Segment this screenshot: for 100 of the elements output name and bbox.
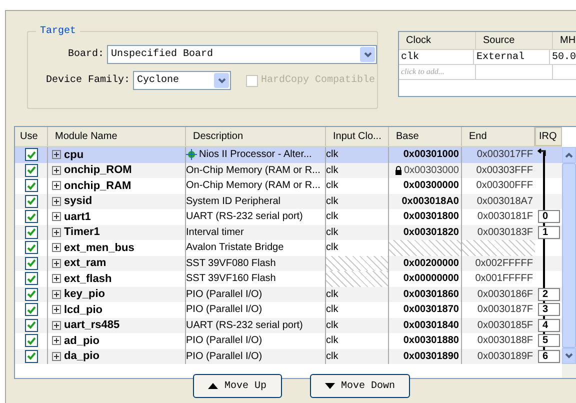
expand-icon[interactable] [52,274,61,284]
irq-field[interactable]: 6 [538,350,560,363]
column-header[interactable]: MH [553,32,576,49]
module-name: lcd_pio [64,302,103,318]
expand-icon[interactable] [52,258,61,268]
column-header[interactable]: End [462,127,535,146]
base-address: 0x003018A0 [402,194,459,209]
module-description: Nios II Processor - Alter... [199,148,312,162]
base-address: 0x00301860 [403,288,459,302]
board-dropdown[interactable]: Unspecified Board [107,45,377,64]
clock-name: clk [326,148,338,162]
lock-icon [394,166,402,175]
module-row[interactable]: da_pio PIO (Parallel I/O) clk 0x00301890 0x0030189F 6 [15,348,562,364]
module-description: SST 39VF080 Flash [186,256,276,271]
end-address: 0x00303FFF [476,164,533,178]
clock-name: clk [326,241,338,256]
checkbox[interactable] [24,210,38,224]
module-row[interactable]: uart_rs485 UART (RS-232 serial port) clk 0x00301840 0x0030185F 4 [15,318,562,333]
column-header[interactable]: Use [15,127,48,146]
module-row[interactable]: ext_ram SST 39VF080 Flash 0x00200000 0x002FFFFF [15,256,562,271]
module-name: Timer1 [64,225,100,240]
base-address: 0x00000000 [403,272,459,286]
module-description: PIO (Parallel I/O) [186,334,262,348]
column-header[interactable]: Source [476,32,553,49]
end-address: 0x002FFFFF [475,256,533,271]
column-header[interactable]: IRQ [535,127,562,146]
column-header[interactable]: Input Clo... [326,127,389,146]
scroll-up-icon[interactable] [562,147,576,163]
device-family-label: Device Family: [46,74,130,88]
expand-icon[interactable] [52,243,61,252]
processor-icon [186,149,197,160]
checkbox[interactable] [24,334,38,348]
expand-icon[interactable] [52,228,61,237]
base-address: 0x00303000 [404,164,459,178]
move-button[interactable]: Move Up [193,374,282,398]
checkbox[interactable] [24,303,38,316]
clock-name: clk [326,303,338,318]
module-name: sysid [64,194,92,209]
checkbox[interactable] [24,350,38,363]
board-label: Board: [67,48,104,62]
down-triangle-icon [324,383,335,389]
expand-icon[interactable] [52,352,61,361]
base-address: 0x00200000 [403,256,459,271]
module-name: ad_pio [64,334,100,348]
checkbox[interactable] [24,241,38,254]
end-address: 0x0030187F [477,303,533,318]
base-address: 0x00301870 [403,303,459,318]
module-name: ext_ram [64,256,106,271]
module-description: On-Chip Memory (RAM or R... [186,164,320,178]
column-header[interactable]: Clock [399,32,476,49]
module-row[interactable]: sysid System ID Peripheral clk 0x003018A0 0x003018A7 [15,194,562,209]
checkbox[interactable] [24,164,38,177]
expand-icon[interactable] [52,320,61,330]
module-name: ext_flash [64,272,112,286]
irq-field[interactable]: 1 [538,226,560,239]
expand-icon[interactable] [52,150,61,160]
module-row[interactable]: key_pio PIO (Parallel I/O) clk 0x00301860 0x0030186F 2 [15,286,562,302]
end-address: 0x001FFFFF [475,272,533,286]
checkbox[interactable] [24,272,38,286]
column-header[interactable]: Description [186,127,326,146]
irq-field[interactable]: 3 [538,303,560,316]
checkbox[interactable] [24,288,38,301]
expand-icon[interactable] [52,166,61,175]
module-row[interactable]: cpu Nios II Processor - Alter... clk 0x00301000 0x003017FF [15,147,562,162]
module-description: PIO (Parallel I/O) [186,350,262,364]
checkbox[interactable] [24,148,38,162]
end-address: 0x0030186F [477,288,533,302]
irq-field[interactable]: 5 [538,334,560,348]
checkbox[interactable] [24,318,38,332]
expand-icon[interactable] [52,212,61,222]
irq-field[interactable]: 2 [538,288,560,301]
move-button[interactable]: Move Down [310,374,410,398]
column-header[interactable]: Base [389,127,462,146]
expand-icon[interactable] [52,305,61,314]
module-description: System ID Peripheral [186,194,280,209]
base-address: 0x00301890 [403,350,459,364]
end-address: 0x0030183F [477,226,533,240]
checkbox[interactable] [24,179,38,192]
device-family-dropdown[interactable]: Cyclone [133,71,232,90]
module-row[interactable]: Timer1 Interval timer clk 0x00301820 0x0030183F 1 [15,224,562,240]
module-description: Interval timer [186,226,244,240]
scroll-down-icon[interactable] [562,348,576,364]
scrollbar[interactable] [562,147,576,378]
module-name: da_pio [64,349,100,364]
checkbox[interactable] [24,194,38,208]
end-address: 0x0030185F [477,318,533,333]
base-address: 0x00301840 [403,318,459,333]
expand-icon[interactable] [52,181,61,190]
column-header[interactable]: Module Name [48,127,186,146]
scroll-thumb[interactable] [562,163,576,348]
end-address: 0x0030189F [477,350,533,364]
irq-field[interactable]: 0 [538,210,560,224]
checkbox[interactable] [24,226,38,239]
irq-field[interactable]: 4 [538,318,560,332]
clock-name: clk [326,164,338,178]
expand-icon[interactable] [52,336,61,346]
checkbox[interactable] [24,256,38,270]
expand-icon[interactable] [52,290,61,299]
expand-icon[interactable] [52,196,61,206]
module-row[interactable]: onchip_ROM On-Chip Memory (RAM or R... clk 0x00303000 0x00303FFF [15,162,562,178]
